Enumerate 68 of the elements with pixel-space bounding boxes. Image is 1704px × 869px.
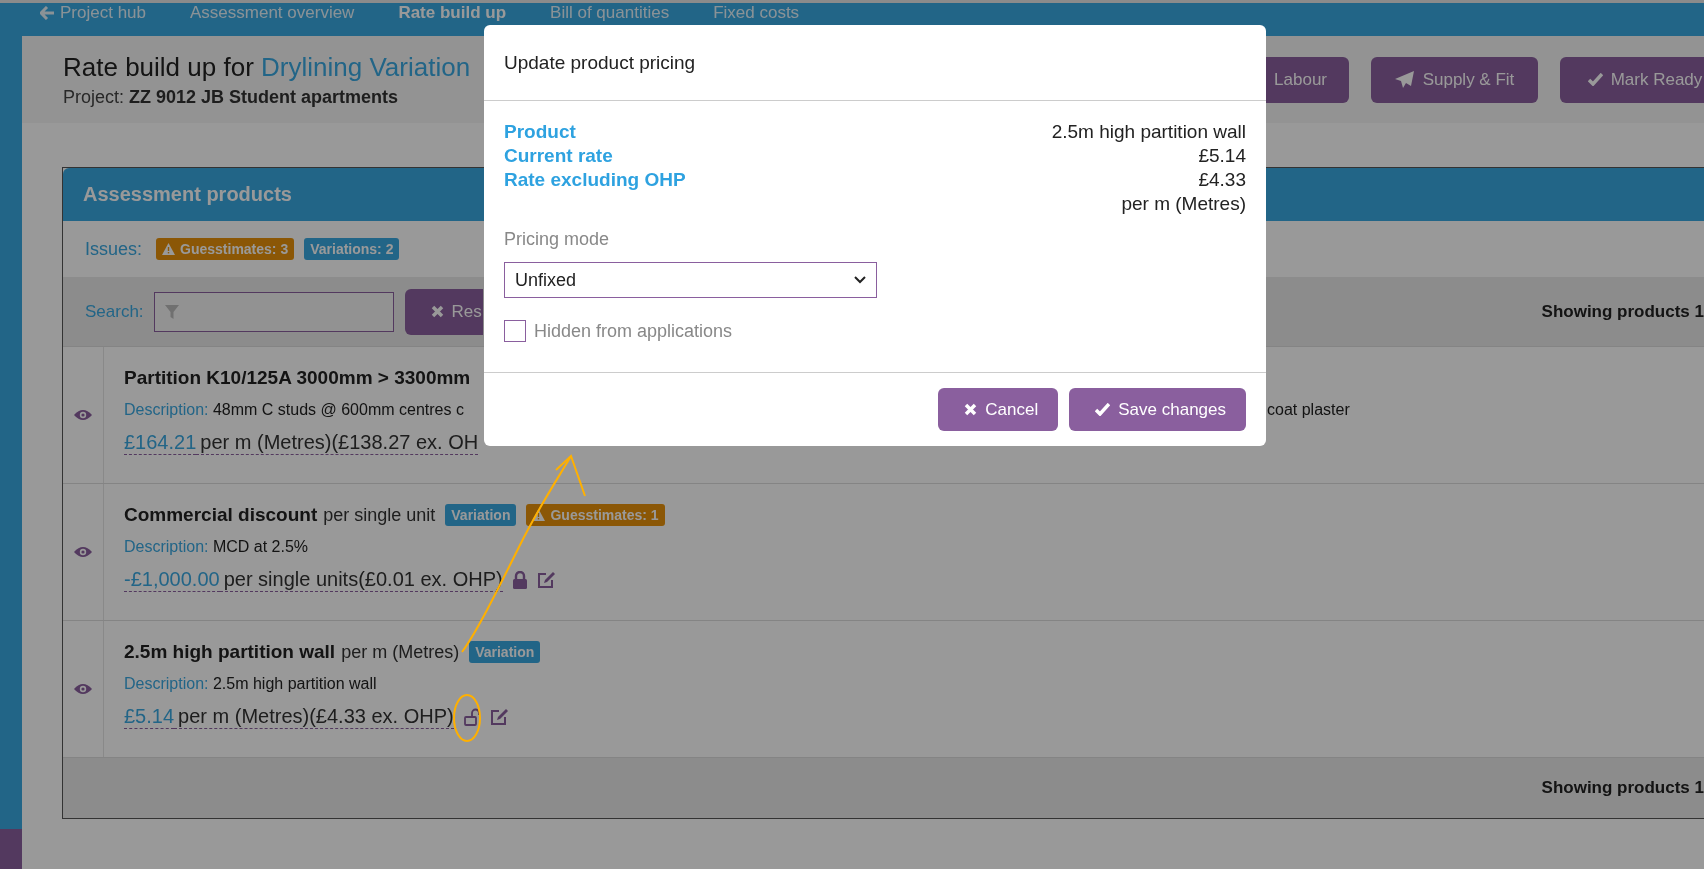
nav-tab[interactable]: Fixed costs <box>713 3 800 23</box>
price-link[interactable]: £164.21 <box>124 431 197 455</box>
eye-icon[interactable] <box>74 546 92 558</box>
issue-badge: Variation <box>445 504 517 526</box>
close-icon <box>964 403 978 416</box>
detail-value: £4.33 <box>1198 169 1246 191</box>
detail-label: Rate excluding OHP <box>504 169 687 191</box>
price-text: per m (Metres)(£4.33 ex. OHP) <box>174 705 454 729</box>
product-name: Partition K10/125A 3000mm > 3300mm <box>124 367 471 389</box>
reset-button[interactable]: Res <box>404 288 483 335</box>
product-description: coat plaster <box>1267 401 1350 419</box>
showing-count: Showing products 1 <box>1541 778 1704 798</box>
checkbox-label[interactable]: Hidden from applications <box>534 320 733 342</box>
nav-tab[interactable]: Project hub <box>40 3 146 23</box>
pricing-mode-select[interactable]: Unfixed <box>504 262 877 298</box>
issue-badge: Variations: 2 <box>304 238 400 260</box>
issues-label: Issues: <box>85 238 143 260</box>
detail-label: Current rate <box>504 145 614 167</box>
showing-count: Showing products 1 <box>1541 301 1704 322</box>
lock-icon[interactable] <box>512 571 527 589</box>
edit-icon[interactable] <box>489 708 509 726</box>
product-name: 2.5m high partition wall <box>124 641 336 663</box>
price-link[interactable]: £5.14 <box>124 705 175 729</box>
issue-badge: Guesstimates: 1 <box>526 504 665 526</box>
detail-value: £5.14 <box>1198 145 1246 167</box>
issue-badge: Guesstimates: 3 <box>156 238 295 260</box>
nav-tab[interactable]: Rate build up <box>398 3 507 23</box>
product-description: Description: MCD at 2.5% <box>124 538 310 556</box>
eye-icon[interactable] <box>74 409 92 421</box>
product-description: Description: 2.5m high partition wall <box>124 675 378 693</box>
warning-icon <box>532 509 546 521</box>
product-unit: per m (Metres) <box>341 641 460 663</box>
unlocked-lock-icon[interactable] <box>463 708 480 726</box>
paper-plane-icon <box>1394 70 1415 89</box>
detail-value: per m (Metres) <box>1121 193 1246 215</box>
page-title: Rate build up for Drylining Variation <box>63 51 471 83</box>
price-link[interactable]: -£1,000.00 <box>124 568 220 592</box>
sidebar-strip <box>0 829 22 869</box>
warning-icon <box>162 243 176 255</box>
product-unit: per single unit <box>323 504 436 526</box>
dialog-title: Update product pricing <box>504 51 696 74</box>
product-description: Description: 48mm C studs @ 600mm centres c <box>124 401 465 419</box>
detail-label: Product <box>504 121 577 143</box>
check-icon <box>1095 403 1111 416</box>
search-field[interactable] <box>153 291 394 332</box>
nav-tab[interactable]: Bill of quantities <box>550 3 670 23</box>
nav-tab[interactable]: Assessment overview <box>190 3 355 23</box>
check-icon <box>1587 73 1603 86</box>
arrow-left-icon <box>40 6 55 20</box>
issue-badge: Variation <box>469 641 541 663</box>
price-text: per m (Metres)(£138.27 ex. OH <box>196 431 479 455</box>
dialog-button[interactable]: Save changes <box>1069 388 1246 431</box>
chevron-down-icon <box>854 276 866 284</box>
annotation-circle <box>453 694 481 742</box>
detail-value: 2.5m high partition wall <box>1051 121 1246 143</box>
edit-icon[interactable] <box>536 571 556 589</box>
product-name: Commercial discount <box>124 504 318 526</box>
eye-icon[interactable] <box>74 683 92 695</box>
header-button[interactable]: Supply & Fit <box>1371 56 1538 103</box>
dialog-button[interactable]: Cancel <box>938 388 1059 431</box>
project-name: Project: ZZ 9012 JB Student apartments <box>63 86 400 108</box>
filter-icon <box>164 304 179 319</box>
checkbox[interactable] <box>504 320 526 342</box>
header-button[interactable]: Mark Ready <box>1560 56 1704 103</box>
search-label: Search: <box>85 301 144 322</box>
close-icon <box>430 305 444 318</box>
pricing-mode-label: Pricing mode <box>504 229 610 250</box>
price-text: per single units(£0.01 ex. OHP) <box>219 568 503 592</box>
